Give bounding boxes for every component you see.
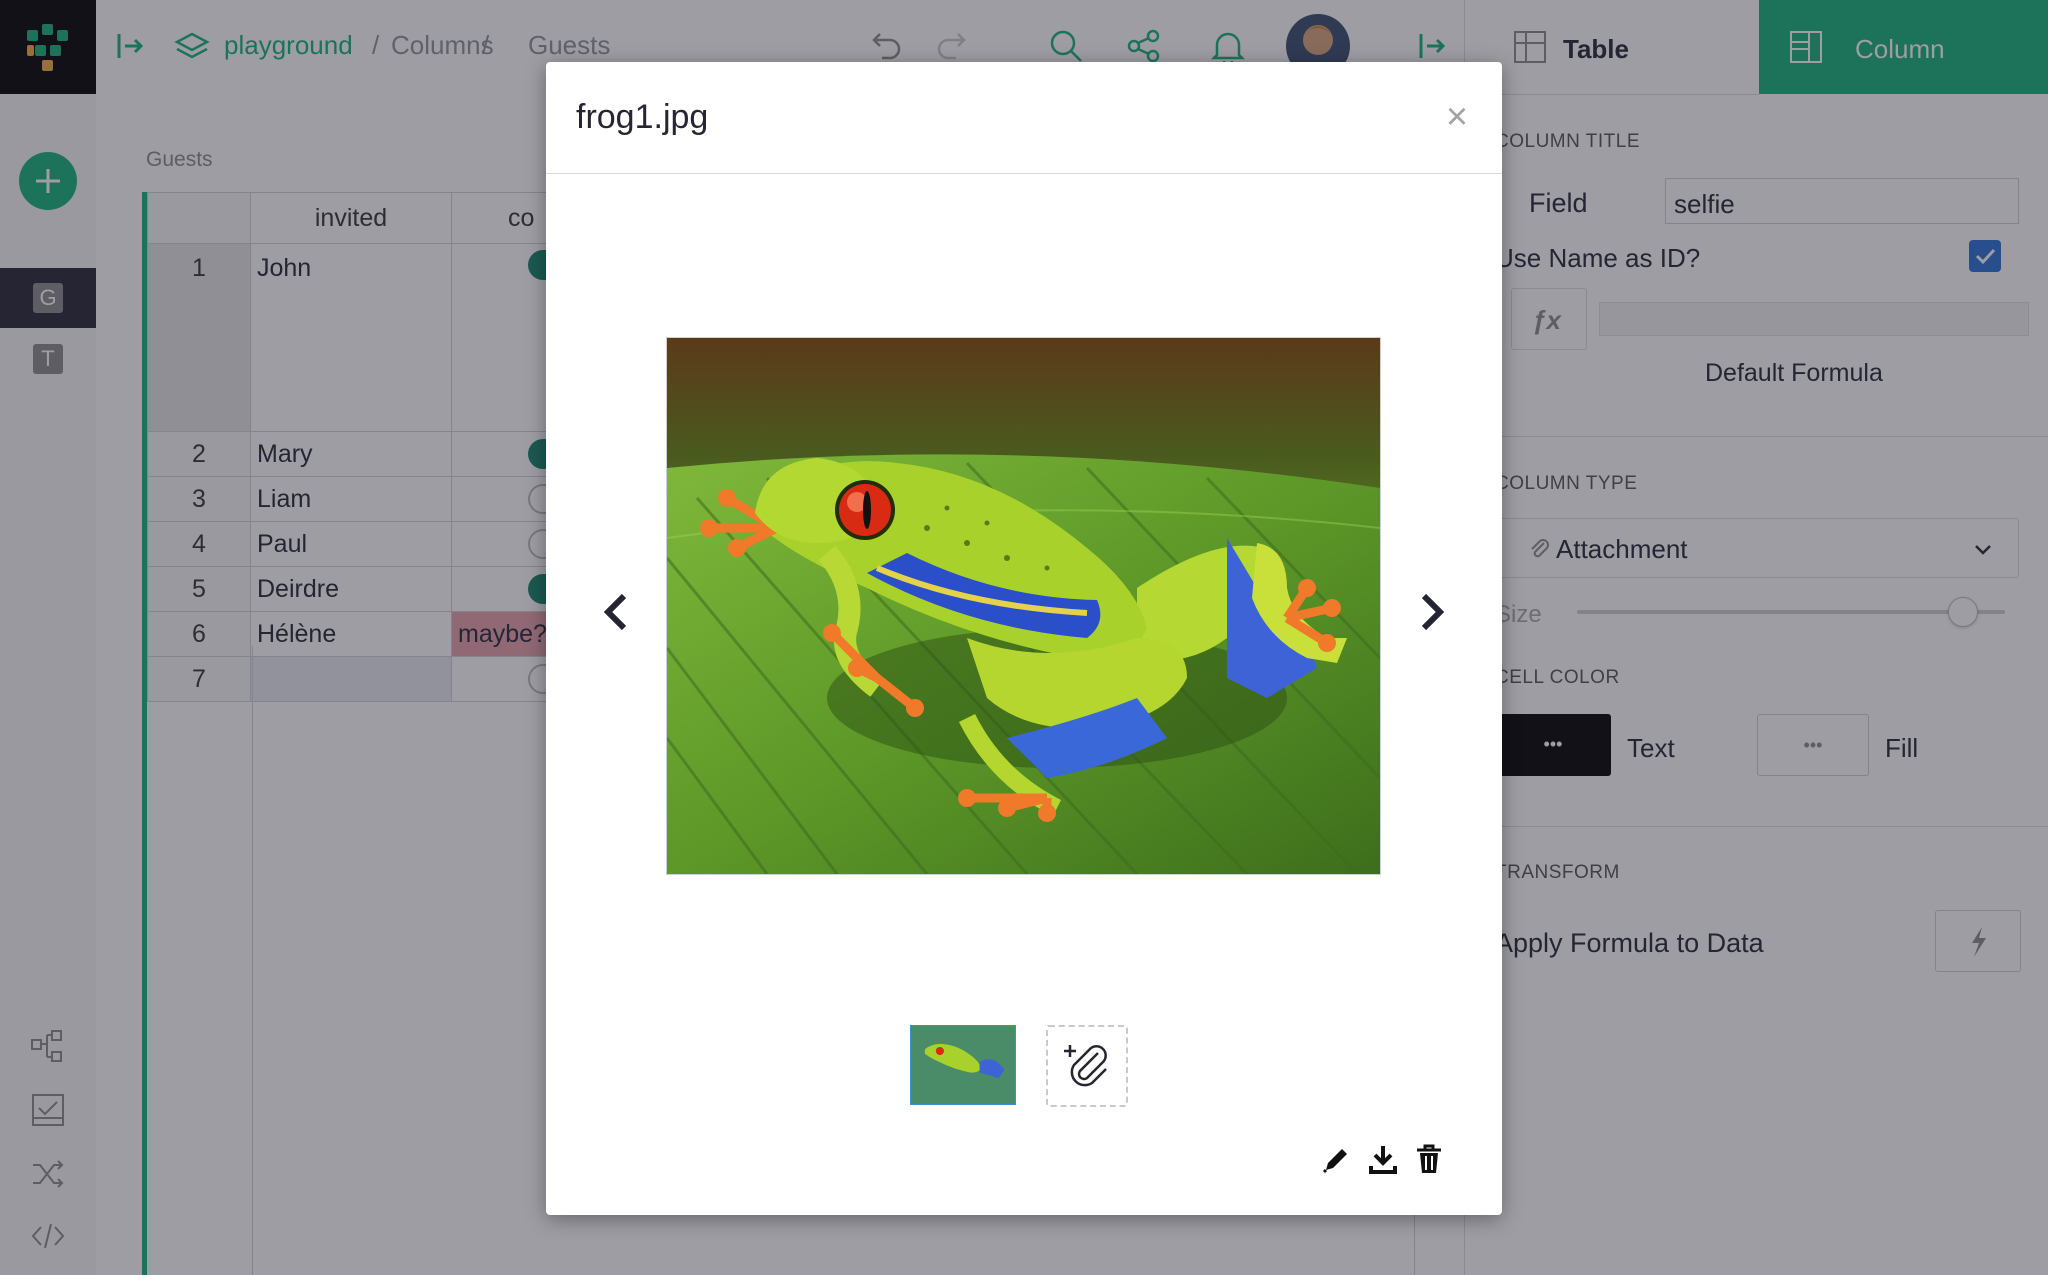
frog-thumbnail-image bbox=[911, 1026, 1015, 1104]
previous-button[interactable] bbox=[592, 582, 642, 642]
next-button[interactable] bbox=[1406, 582, 1456, 642]
download-icon bbox=[1369, 1146, 1397, 1174]
modal-title: frog1.jpg bbox=[576, 98, 709, 136]
trash-icon bbox=[1417, 1144, 1441, 1173]
delete-button[interactable] bbox=[1412, 1142, 1446, 1176]
chevron-left-icon bbox=[603, 593, 627, 631]
attachment-thumbnail[interactable] bbox=[910, 1025, 1016, 1105]
rename-edit-button[interactable] bbox=[1320, 1142, 1354, 1176]
chevron-right-icon bbox=[1421, 593, 1445, 631]
download-button[interactable] bbox=[1366, 1142, 1400, 1176]
modal-header: frog1.jpg × bbox=[546, 62, 1502, 174]
attachment-preview-modal: frog1.jpg × bbox=[546, 62, 1502, 1215]
pencil-icon bbox=[1322, 1149, 1347, 1174]
add-paperclip-icon bbox=[1064, 1045, 1107, 1087]
attachment-image bbox=[666, 337, 1381, 875]
add-attachment-button[interactable] bbox=[1046, 1025, 1128, 1107]
close-button[interactable]: × bbox=[1432, 92, 1482, 142]
frog-image bbox=[667, 338, 1380, 874]
